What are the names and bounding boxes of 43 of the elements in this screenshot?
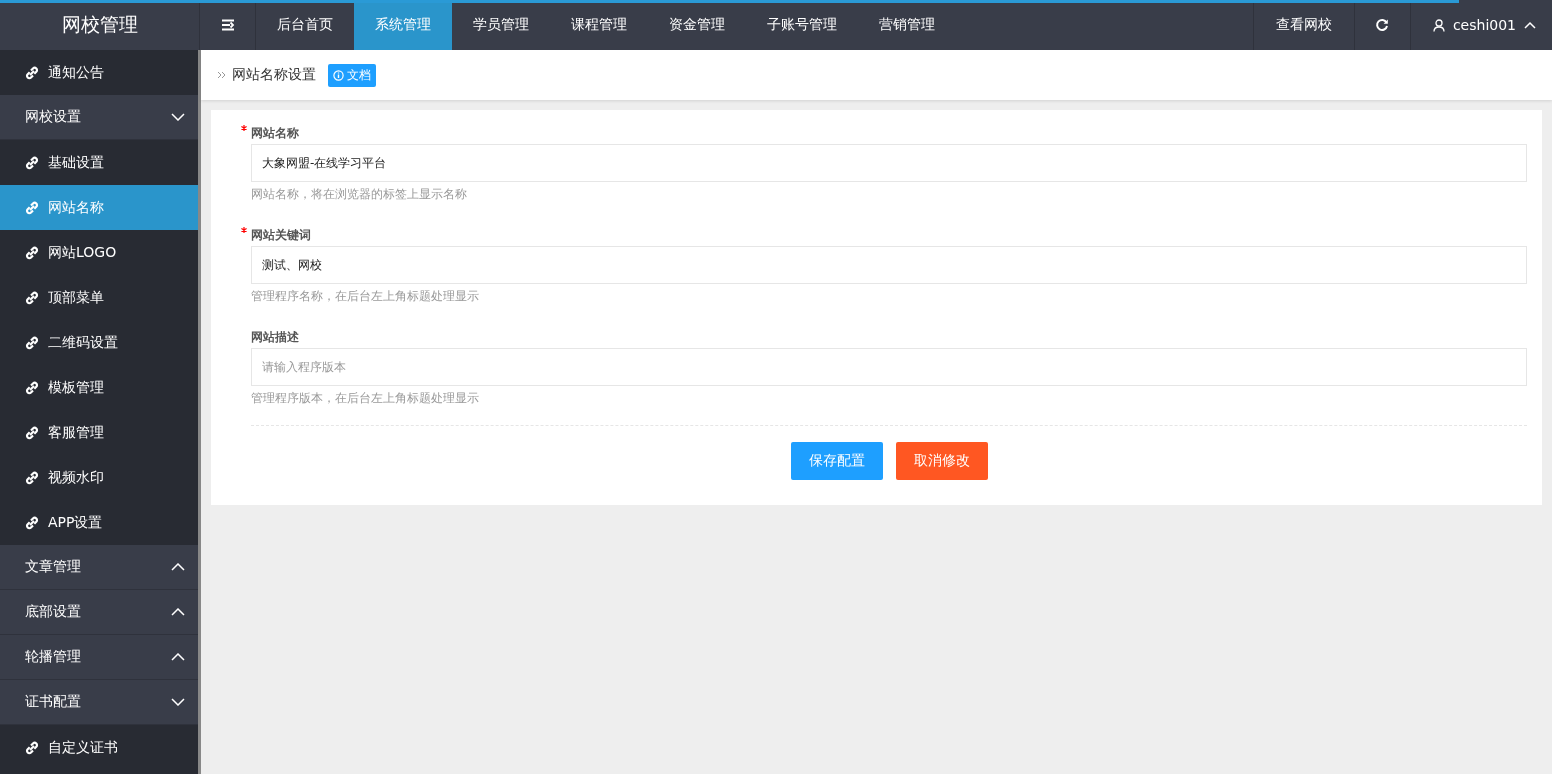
link-icon <box>25 740 39 755</box>
link-icon <box>25 380 39 395</box>
link-icon <box>25 245 39 260</box>
double-chevron-icon <box>217 71 226 79</box>
field-label: 网站名称 <box>241 124 299 142</box>
sidebar-group[interactable]: 底部设置 <box>0 590 198 635</box>
field-hint: 管理程序名称，在后台左上角标题处理显示 <box>251 288 480 305</box>
field-hint: 管理程序版本，在后台左上角标题处理显示 <box>251 390 480 407</box>
nav-tab[interactable]: 学员管理 <box>452 0 550 50</box>
page-title: 网站名称设置 <box>232 66 316 84</box>
user-icon <box>1432 18 1445 32</box>
chevron-up-icon <box>1524 21 1536 29</box>
link-icon <box>25 515 39 530</box>
link-icon <box>25 200 39 215</box>
sidebar-group[interactable]: 轮播管理 <box>0 635 198 680</box>
nav-tab[interactable]: 课程管理 <box>550 0 648 50</box>
menu-icon <box>220 19 235 31</box>
sidebar-group[interactable]: 证书配置 <box>0 680 198 725</box>
nav-tab[interactable]: 营销管理 <box>858 0 956 50</box>
nav-tab[interactable]: 子账号管理 <box>746 0 858 50</box>
link-icon <box>25 470 39 485</box>
text-field[interactable]: 测试、网校 <box>251 246 1527 284</box>
nav-tab[interactable]: 资金管理 <box>648 0 746 50</box>
link-icon <box>25 335 39 350</box>
text-field[interactable]: 大象网盟-在线学习平台 <box>251 144 1527 182</box>
refresh-icon <box>1375 18 1390 32</box>
field-label: 网站关键词 <box>241 226 311 244</box>
nav-tab[interactable]: 后台首页 <box>256 0 354 50</box>
info-icon <box>333 69 344 81</box>
link-icon <box>25 155 39 170</box>
link-icon <box>25 425 39 440</box>
field-label: 网站描述 <box>251 328 299 346</box>
link-icon <box>25 290 39 305</box>
chevron-up-icon <box>171 563 185 571</box>
field-hint: 网站名称，将在浏览器的标签上显示名称 <box>251 186 468 203</box>
chevron-down-icon <box>171 698 185 706</box>
chevron-up-icon <box>171 608 185 616</box>
sidebar-group[interactable]: 网校设置 <box>0 95 198 140</box>
link-icon <box>25 65 39 80</box>
chevron-down-icon <box>171 113 185 121</box>
chevron-up-icon <box>171 653 185 661</box>
sidebar-group[interactable]: 文章管理 <box>0 545 198 590</box>
text-field[interactable]: 请输入程序版本 <box>251 348 1527 386</box>
